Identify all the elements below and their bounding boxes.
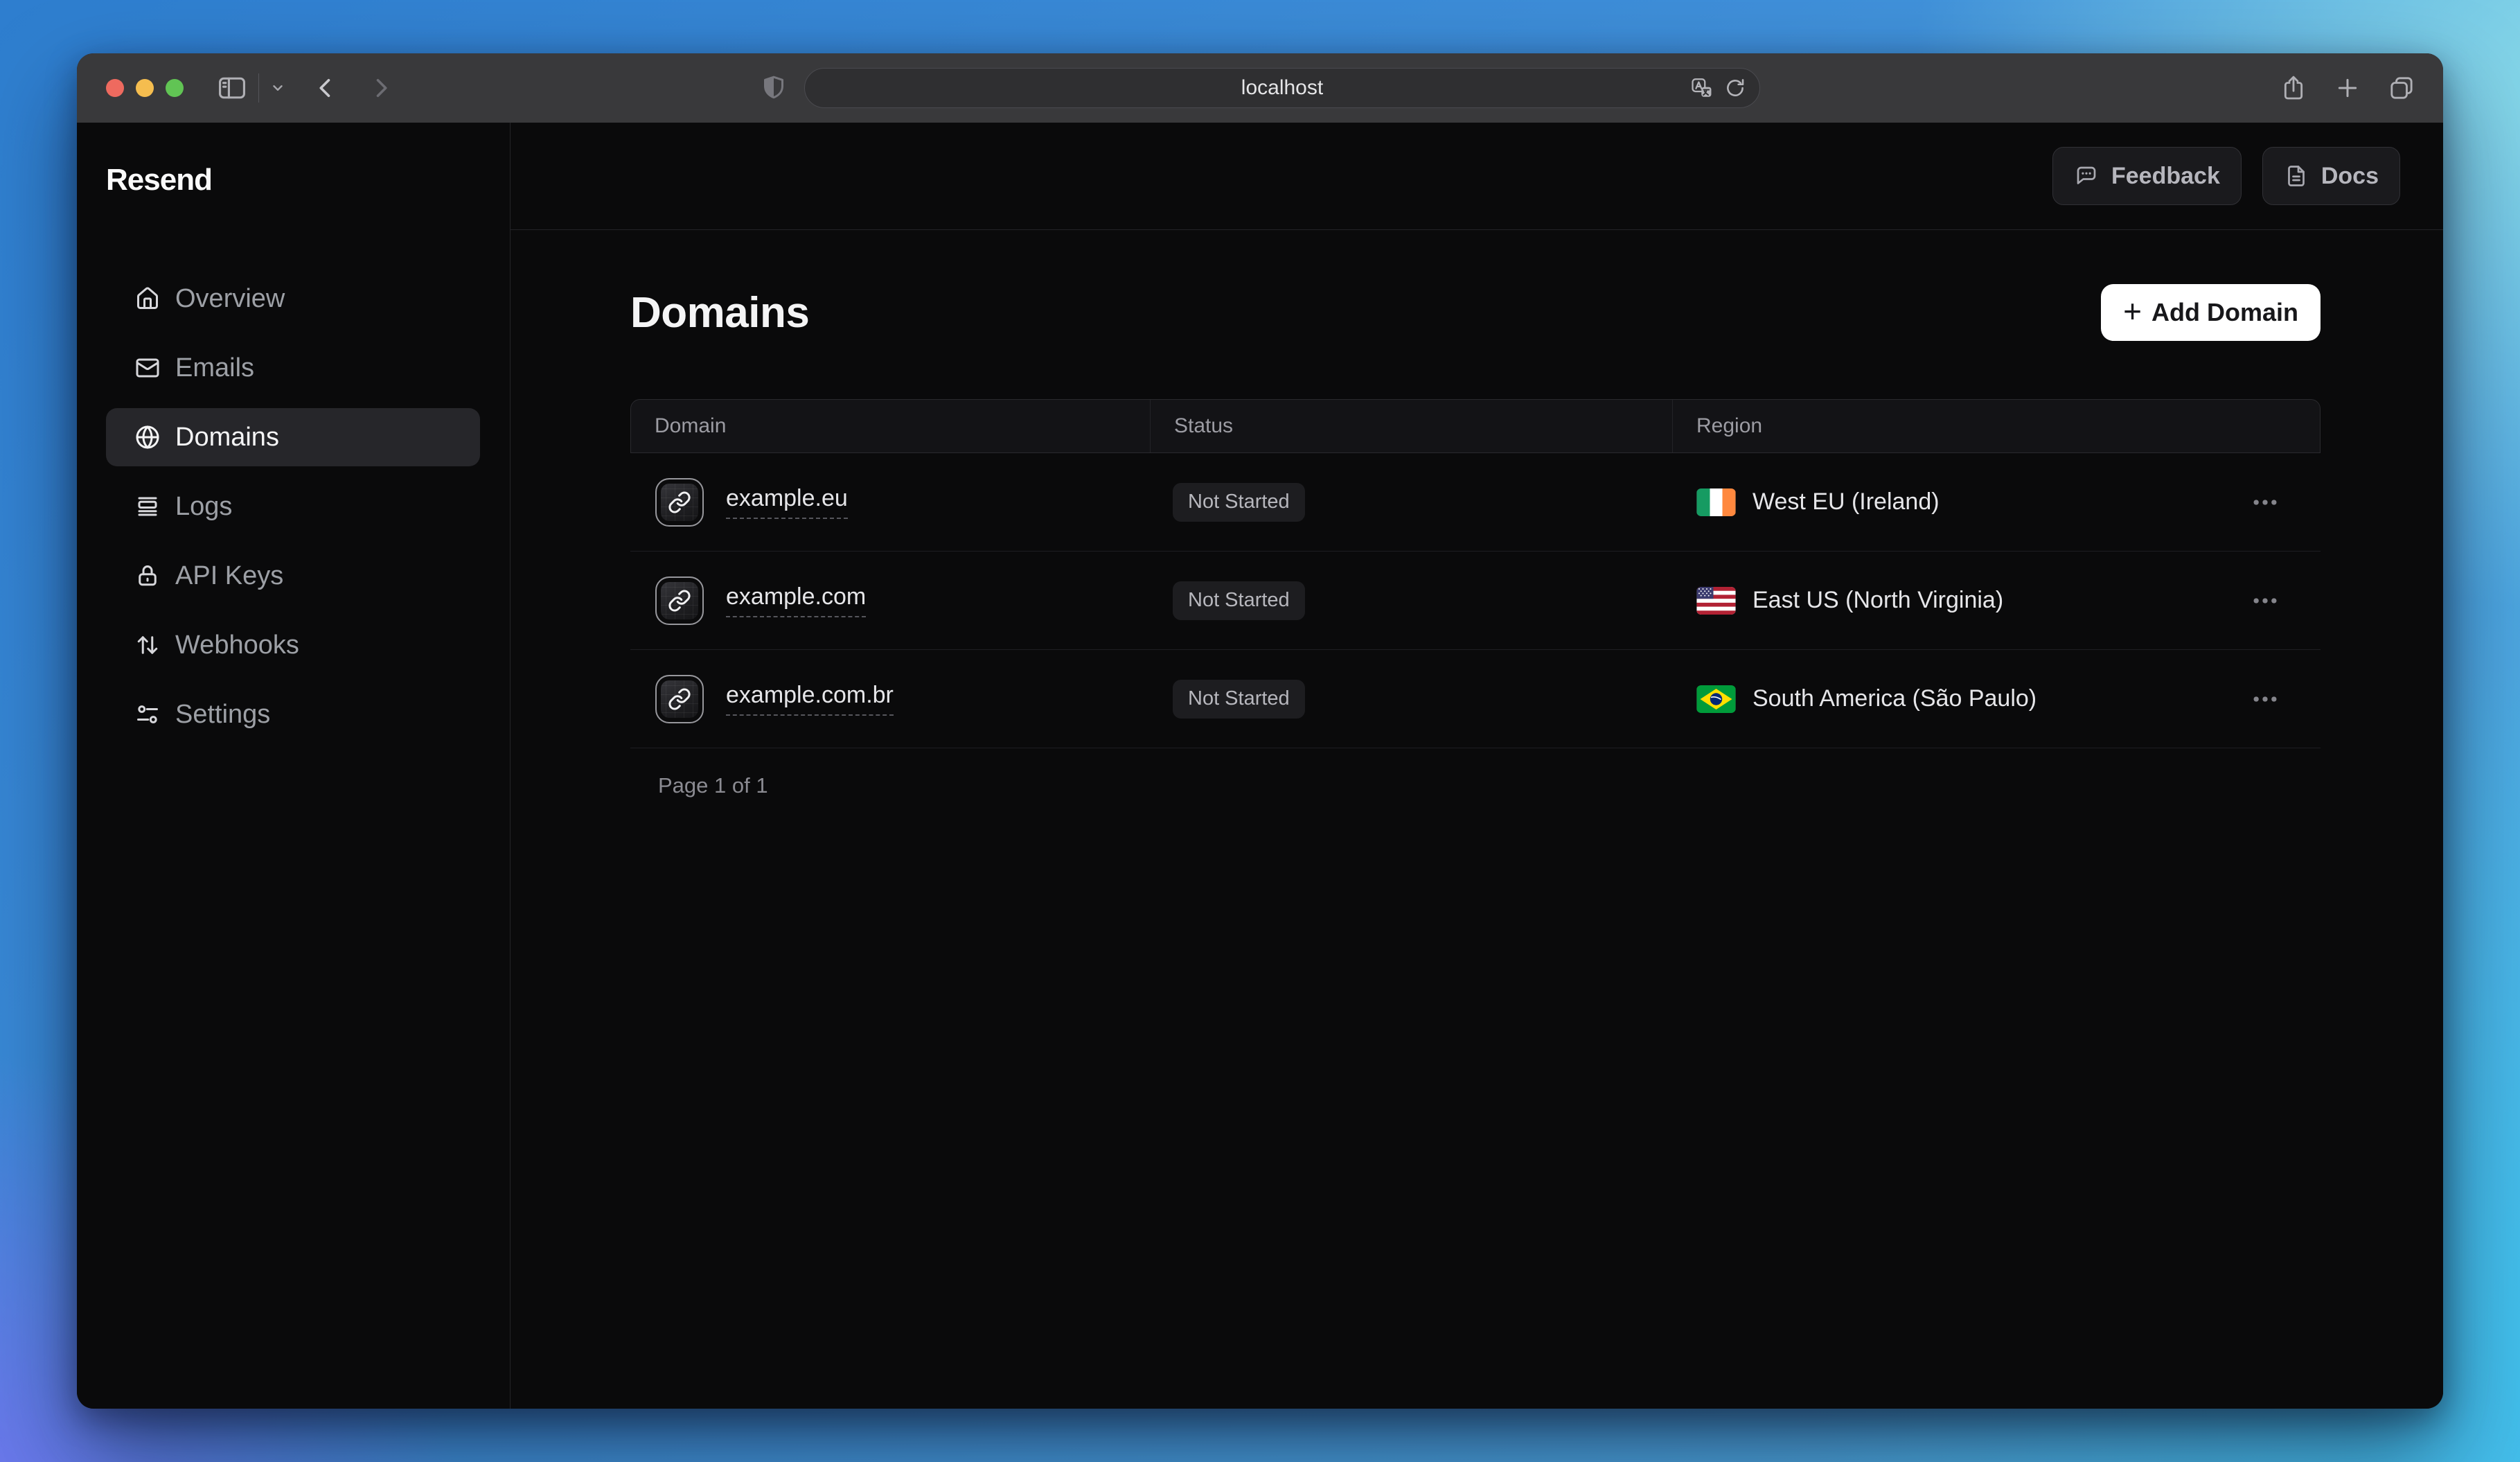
sidebar-panel-toggle-icon[interactable] [217,73,247,103]
domain-link-chip[interactable] [655,478,704,527]
sidebar-item-settings[interactable]: Settings [106,685,480,743]
domain-link-chip[interactable] [655,576,704,625]
table-row: example.com.br Not Started South America (… [630,650,2321,748]
heading-row: Domains + Add Domain [630,284,2321,341]
toolbar-divider [258,73,259,103]
chevron-down-icon[interactable] [270,80,285,96]
column-header-domain: Domain [631,414,1150,438]
status-badge: Not Started [1173,581,1305,620]
back-icon[interactable] [313,76,338,100]
add-domain-button[interactable]: + Add Domain [2101,284,2321,341]
sidebar-item-label: Settings [175,700,270,730]
ellipsis-icon [2250,684,2280,714]
toolbar-left [217,73,424,103]
table-rows: example.euNot StartedWest EU (Ireland)ex… [630,453,2321,748]
page-title: Domains [630,288,809,337]
minimize-window-button[interactable] [136,79,154,97]
add-domain-label: Add Domain [2151,298,2298,327]
sidebar-item-logs[interactable]: Logs [106,477,480,536]
link-icon [668,589,691,613]
sidebar-item-emails[interactable]: Emails [106,339,480,397]
feedback-button[interactable]: Feedback [2052,147,2242,205]
sidebar-item-overview[interactable]: Overview [106,270,480,328]
ireland-flag-icon [1696,488,1736,516]
sidebar-item-label: Webhooks [175,631,299,660]
top-header-bar: Feedback Docs [511,123,2443,230]
sidebar-item-domains[interactable]: Domains [106,408,480,466]
brazil-flag-icon [1696,685,1736,713]
main-panel: Domains + Add Domain Domain Status Regio… [511,230,2443,798]
document-icon [2284,164,2309,188]
app-root: Resend Overview Emails Domains Logs API Keys… [77,123,2443,1409]
region-label: South America (São Paulo) [1753,685,2037,712]
usa-flag-icon [1696,587,1736,615]
arrows-up-down-icon [135,633,160,658]
close-window-button[interactable] [106,79,124,97]
logs-icon [135,494,160,519]
link-icon [668,687,691,711]
domain-link[interactable]: example.com.br [726,682,894,716]
domain-link[interactable]: example.com [726,583,866,617]
sidebar-item-label: Overview [175,284,285,314]
sidebar-item-label: Domains [175,423,279,452]
sidebar-item-label: Emails [175,353,254,383]
status-badge: Not Started [1173,680,1305,719]
status-badge: Not Started [1173,483,1305,522]
ellipsis-icon [2250,585,2280,616]
mail-icon [135,355,160,380]
url-bar[interactable]: localhost [804,68,1760,108]
url-text: localhost [1241,76,1323,100]
reload-icon[interactable] [1723,76,1747,100]
resend-logo: Resend [106,163,510,197]
shield-icon[interactable] [760,74,788,102]
traffic-lights [106,79,184,97]
new-tab-icon[interactable] [2334,74,2361,102]
row-menu-button[interactable] [2217,585,2321,616]
row-menu-button[interactable] [2217,487,2321,518]
row-menu-button[interactable] [2217,684,2321,714]
sidebar-item-label: API Keys [175,561,283,591]
sidebar-nav: Overview Emails Domains Logs API Keys Webhook… [77,270,510,743]
domains-table: Domain Status Region example.eu Not Start… [630,399,2321,748]
plus-icon: + [2123,295,2142,327]
browser-title-bar: localhost [77,53,2443,123]
tabs-overview-icon[interactable] [2388,74,2415,102]
sidebar-item-label: Logs [175,492,232,522]
address-bar-group: localhost [760,68,1760,108]
sidebar-item-api-keys[interactable]: API Keys [106,547,480,605]
content-area: Feedback Docs Domains + Add Domain [511,123,2443,1409]
region-label: West EU (Ireland) [1753,488,1940,516]
column-header-region: Region [1672,400,2216,452]
pagination-label: Page 1 of 1 [658,773,2321,798]
table-header: Domain Status Region [630,399,2321,453]
browser-window: localhost [77,53,2443,1409]
zoom-window-button[interactable] [166,79,184,97]
sliders-icon [135,702,160,727]
docs-button[interactable]: Docs [2262,147,2400,205]
globe-icon [135,425,160,450]
table-row: example.eu Not Started West EU (Ireland) [630,453,2321,552]
share-icon[interactable] [2280,74,2307,102]
region-label: East US (North Virginia) [1753,587,2003,614]
sidebar-item-webhooks[interactable]: Webhooks [106,616,480,674]
translate-icon[interactable] [1690,76,1714,100]
toolbar-right [2280,74,2415,102]
home-icon [135,286,160,311]
sidebar: Resend Overview Emails Domains Logs API Keys… [77,123,511,1409]
link-icon [668,491,691,514]
table-row: example.com Not Started East US (North Vir… [630,552,2321,650]
chat-bubble-icon [2074,164,2099,188]
domain-link[interactable]: example.eu [726,485,848,519]
forward-icon[interactable] [369,76,393,100]
column-header-status: Status [1150,400,1672,452]
url-bar-icons [1690,76,1747,100]
feedback-label: Feedback [2111,163,2220,190]
lock-icon [135,563,160,588]
domain-link-chip[interactable] [655,675,704,723]
ellipsis-icon [2250,487,2280,518]
docs-label: Docs [2321,163,2379,190]
